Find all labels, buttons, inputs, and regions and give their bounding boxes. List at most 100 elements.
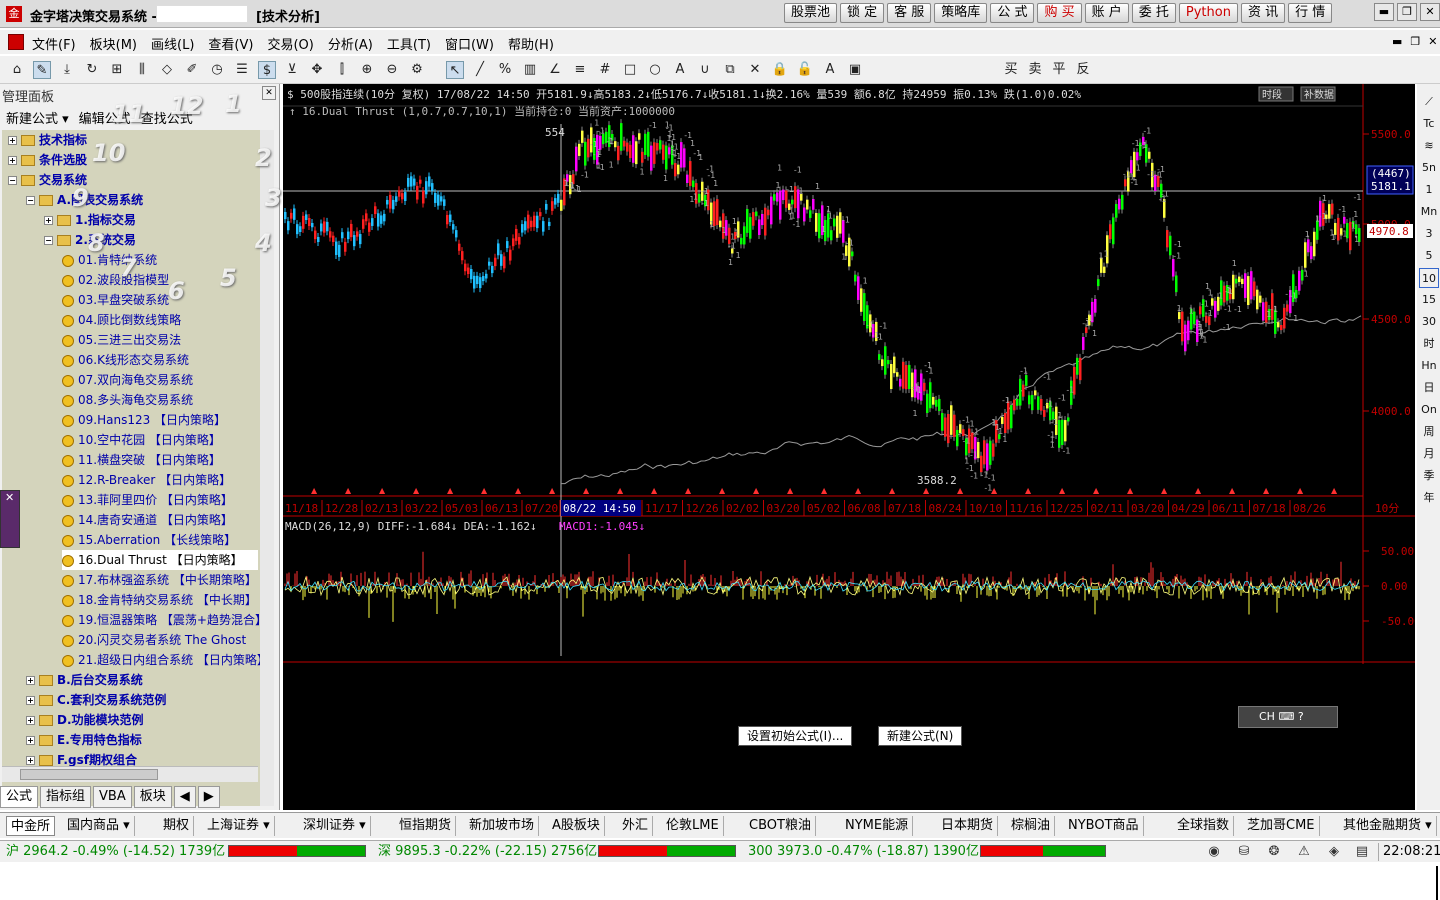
market-tab-3[interactable]: 上海证券 ▾ — [203, 816, 275, 836]
notes-icon[interactable]: ▤ — [1354, 844, 1370, 860]
move-icon[interactable]: ✥ — [308, 61, 326, 79]
line-icon[interactable]: ╱ — [471, 61, 489, 79]
save-icon[interactable]: ▣ — [846, 61, 864, 79]
expand-toggle-icon[interactable]: − — [8, 176, 17, 185]
find-formula-link[interactable]: 查找公式 — [141, 108, 193, 127]
quick-button-2[interactable]: 客 服 — [887, 3, 932, 23]
period-button-16[interactable]: 月 — [1419, 444, 1439, 464]
new-formula-button[interactable]: 新建公式(N) — [878, 726, 963, 746]
mdi-close-button[interactable]: ✕ — [1428, 35, 1437, 48]
expand-toggle-icon[interactable]: + — [8, 136, 17, 145]
tree-item[interactable]: 05.三进三出交易法 — [62, 330, 258, 350]
panel-tab-arrow-0[interactable]: ◀ — [173, 786, 196, 808]
hlines-icon[interactable]: ≡ — [571, 61, 589, 79]
period-button-2[interactable]: ≋ — [1419, 136, 1439, 156]
tree-item[interactable]: 20.闪灵交易者系统 The Ghost — [62, 630, 258, 650]
set-initial-formula-button[interactable]: 设置初始公式(I)... — [738, 726, 853, 746]
expand-toggle-icon[interactable]: + — [26, 676, 35, 685]
tree-vertical-scrollbar[interactable] — [260, 130, 274, 806]
period-button-17[interactable]: 季 — [1419, 466, 1439, 486]
mdi-minimize-button[interactable]: ▬ — [1392, 35, 1402, 48]
trade-button-2[interactable]: 平 — [1050, 61, 1068, 79]
period-button-14[interactable]: On — [1419, 400, 1439, 420]
minimize-button[interactable]: ▬ — [1374, 3, 1394, 21]
close-button[interactable]: ✕ — [1420, 3, 1440, 21]
filter-icon[interactable]: ⊻ — [283, 61, 301, 79]
candles-icon[interactable]: ⫼ — [133, 61, 151, 79]
period-button-8[interactable]: 10 — [1419, 268, 1439, 288]
tree-folder[interactable]: + D.功能模块范例 — [26, 710, 258, 730]
tree-item[interactable]: 13.菲阿里四价 【日内策略】 — [62, 490, 258, 510]
menu-item-6[interactable]: 工具(T) — [387, 34, 431, 53]
panel-close-button[interactable]: ✕ — [262, 86, 276, 100]
hash-icon[interactable]: # — [596, 61, 614, 79]
edit-formula-link[interactable]: 编辑公式 — [79, 108, 131, 127]
angle-icon[interactable]: ∠ — [546, 61, 564, 79]
tree-folder[interactable]: +1.指标交易 — [44, 210, 258, 230]
trade-button-0[interactable]: 买 — [1002, 61, 1020, 79]
menu-item-4[interactable]: 交易(O) — [267, 34, 313, 53]
connection-icon[interactable]: ◉ — [1206, 844, 1222, 860]
period-button-18[interactable]: 年 — [1419, 488, 1439, 508]
expand-toggle-icon[interactable]: − — [44, 236, 53, 245]
expand-toggle-icon[interactable]: + — [26, 716, 35, 725]
scroll-thumb[interactable] — [20, 769, 158, 780]
zoom-in-icon[interactable]: ⊕ — [358, 61, 376, 79]
period-button-6[interactable]: 3 — [1419, 224, 1439, 244]
kline-chart[interactable]: $ 500股指连续(10分 复权) 17/08/22 14:50 开5181.9… — [283, 84, 1415, 810]
market-tab-11[interactable]: NYME能源 — [841, 816, 914, 836]
period-button-9[interactable]: 15 — [1419, 290, 1439, 310]
text-icon[interactable]: A — [671, 61, 689, 79]
period-button-5[interactable]: Mn — [1419, 202, 1439, 222]
tree-item[interactable]: 19.恒温器策略 【震荡+趋势混合】 — [62, 610, 260, 630]
mdi-restore-button[interactable]: ❐ — [1410, 35, 1420, 48]
period-button-7[interactable]: 5 — [1419, 246, 1439, 266]
tree-item[interactable]: 03.早盘突破系统 — [62, 290, 258, 310]
menu-item-3[interactable]: 查看(V) — [208, 34, 253, 53]
tree-folder[interactable]: + 条件选股 — [8, 150, 258, 170]
quick-button-1[interactable]: 锁 定 — [840, 3, 885, 23]
gear-icon[interactable]: ⚙ — [408, 61, 426, 79]
quick-button-4[interactable]: 公 式 — [990, 3, 1035, 23]
tree-folder[interactable]: + 技术指标 — [8, 130, 258, 150]
period-button-10[interactable]: 30 — [1419, 312, 1439, 332]
diamond-icon[interactable]: ◇ — [158, 61, 176, 79]
quick-button-6[interactable]: 账 户 — [1084, 3, 1129, 23]
quick-button-3[interactable]: 策略库 — [934, 3, 988, 23]
edit-icon[interactable]: ✐ — [183, 61, 201, 79]
delete-icon[interactable]: ✕ — [746, 61, 764, 79]
panel-tab-3[interactable]: 板块 — [133, 786, 172, 808]
rect-icon[interactable]: □ — [621, 61, 639, 79]
market-tab-0[interactable]: 中金所 — [6, 816, 56, 836]
tree-folder[interactable]: − A.图表交易系统 — [26, 190, 258, 210]
new-formula-menu[interactable]: 新建公式 ▾ — [6, 108, 69, 127]
market-tab-5[interactable]: 恒指期货 — [395, 816, 457, 836]
coin-icon[interactable]: ◈ — [1326, 844, 1342, 860]
pointer-icon[interactable]: ↖ — [446, 61, 464, 79]
tree-item[interactable]: 21.超级日内组合系统 【日内策略】 — [62, 650, 260, 670]
market-tab-12[interactable]: 日本期货 — [937, 816, 999, 836]
fib-icon[interactable]: ▥ — [521, 61, 539, 79]
grid-icon[interactable]: ⊞ — [108, 61, 126, 79]
tree-item[interactable]: 14.唐奇安通道 【日内策略】 — [62, 510, 258, 530]
period-button-0[interactable]: ⟋ — [1419, 92, 1439, 112]
home-icon[interactable]: ⌂ — [8, 61, 26, 79]
panel-tab-0[interactable]: 公式 — [0, 786, 39, 808]
market-tab-8[interactable]: 外汇 — [618, 816, 654, 836]
expand-toggle-icon[interactable]: + — [26, 736, 35, 745]
tree-item[interactable]: 15.Aberration 【长线策略】 — [62, 530, 258, 550]
menu-item-0[interactable]: 文件(F) — [32, 34, 76, 53]
tree-item[interactable]: 06.K线形态交易系统 — [62, 350, 258, 370]
percent-icon[interactable]: % — [496, 61, 514, 79]
market-tab-7[interactable]: A股板块 — [548, 816, 605, 836]
menu-item-1[interactable]: 板块(M) — [90, 34, 137, 53]
copy-icon[interactable]: ⧉ — [721, 61, 739, 79]
lock-icon[interactable]: 🔒 — [771, 61, 789, 79]
tree-item[interactable]: 11.横盘突破 【日内策略】 — [62, 450, 258, 470]
market-tab-10[interactable]: CBOT粮油 — [745, 816, 816, 836]
quick-button-10[interactable]: 行 情 — [1288, 3, 1333, 23]
trade-button-1[interactable]: 卖 — [1026, 61, 1044, 79]
tree-item[interactable]: 07.双向海龟交易系统 — [62, 370, 258, 390]
tree-item[interactable]: 02.波段股指模型 — [62, 270, 258, 290]
period-button-13[interactable]: 日 — [1419, 378, 1439, 398]
